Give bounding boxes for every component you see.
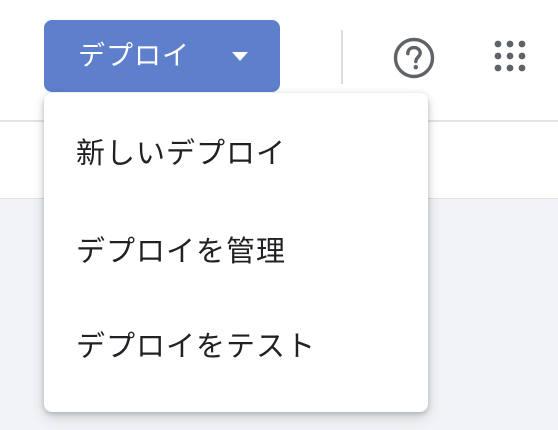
chevron-down-icon [232,52,248,61]
menu-item-test-deployments[interactable]: デプロイをテスト [44,298,428,394]
menu-item-label: デプロイを管理 [76,234,287,268]
help-icon[interactable] [392,36,436,80]
menu-item-manage-deployments[interactable]: デプロイを管理 [44,203,428,299]
toolbar-divider [341,30,343,84]
menu-item-new-deployment[interactable]: 新しいデプロイ [44,105,428,201]
deploy-dropdown-menu: 新しいデプロイ デプロイを管理 デプロイをテスト [44,93,428,412]
menu-item-label: デプロイをテスト [76,329,317,363]
deploy-button[interactable]: デプロイ [44,20,280,92]
deploy-button-label: デプロイ [78,41,190,71]
apps-grid-icon[interactable] [490,37,530,77]
menu-item-label: 新しいデプロイ [76,136,287,170]
